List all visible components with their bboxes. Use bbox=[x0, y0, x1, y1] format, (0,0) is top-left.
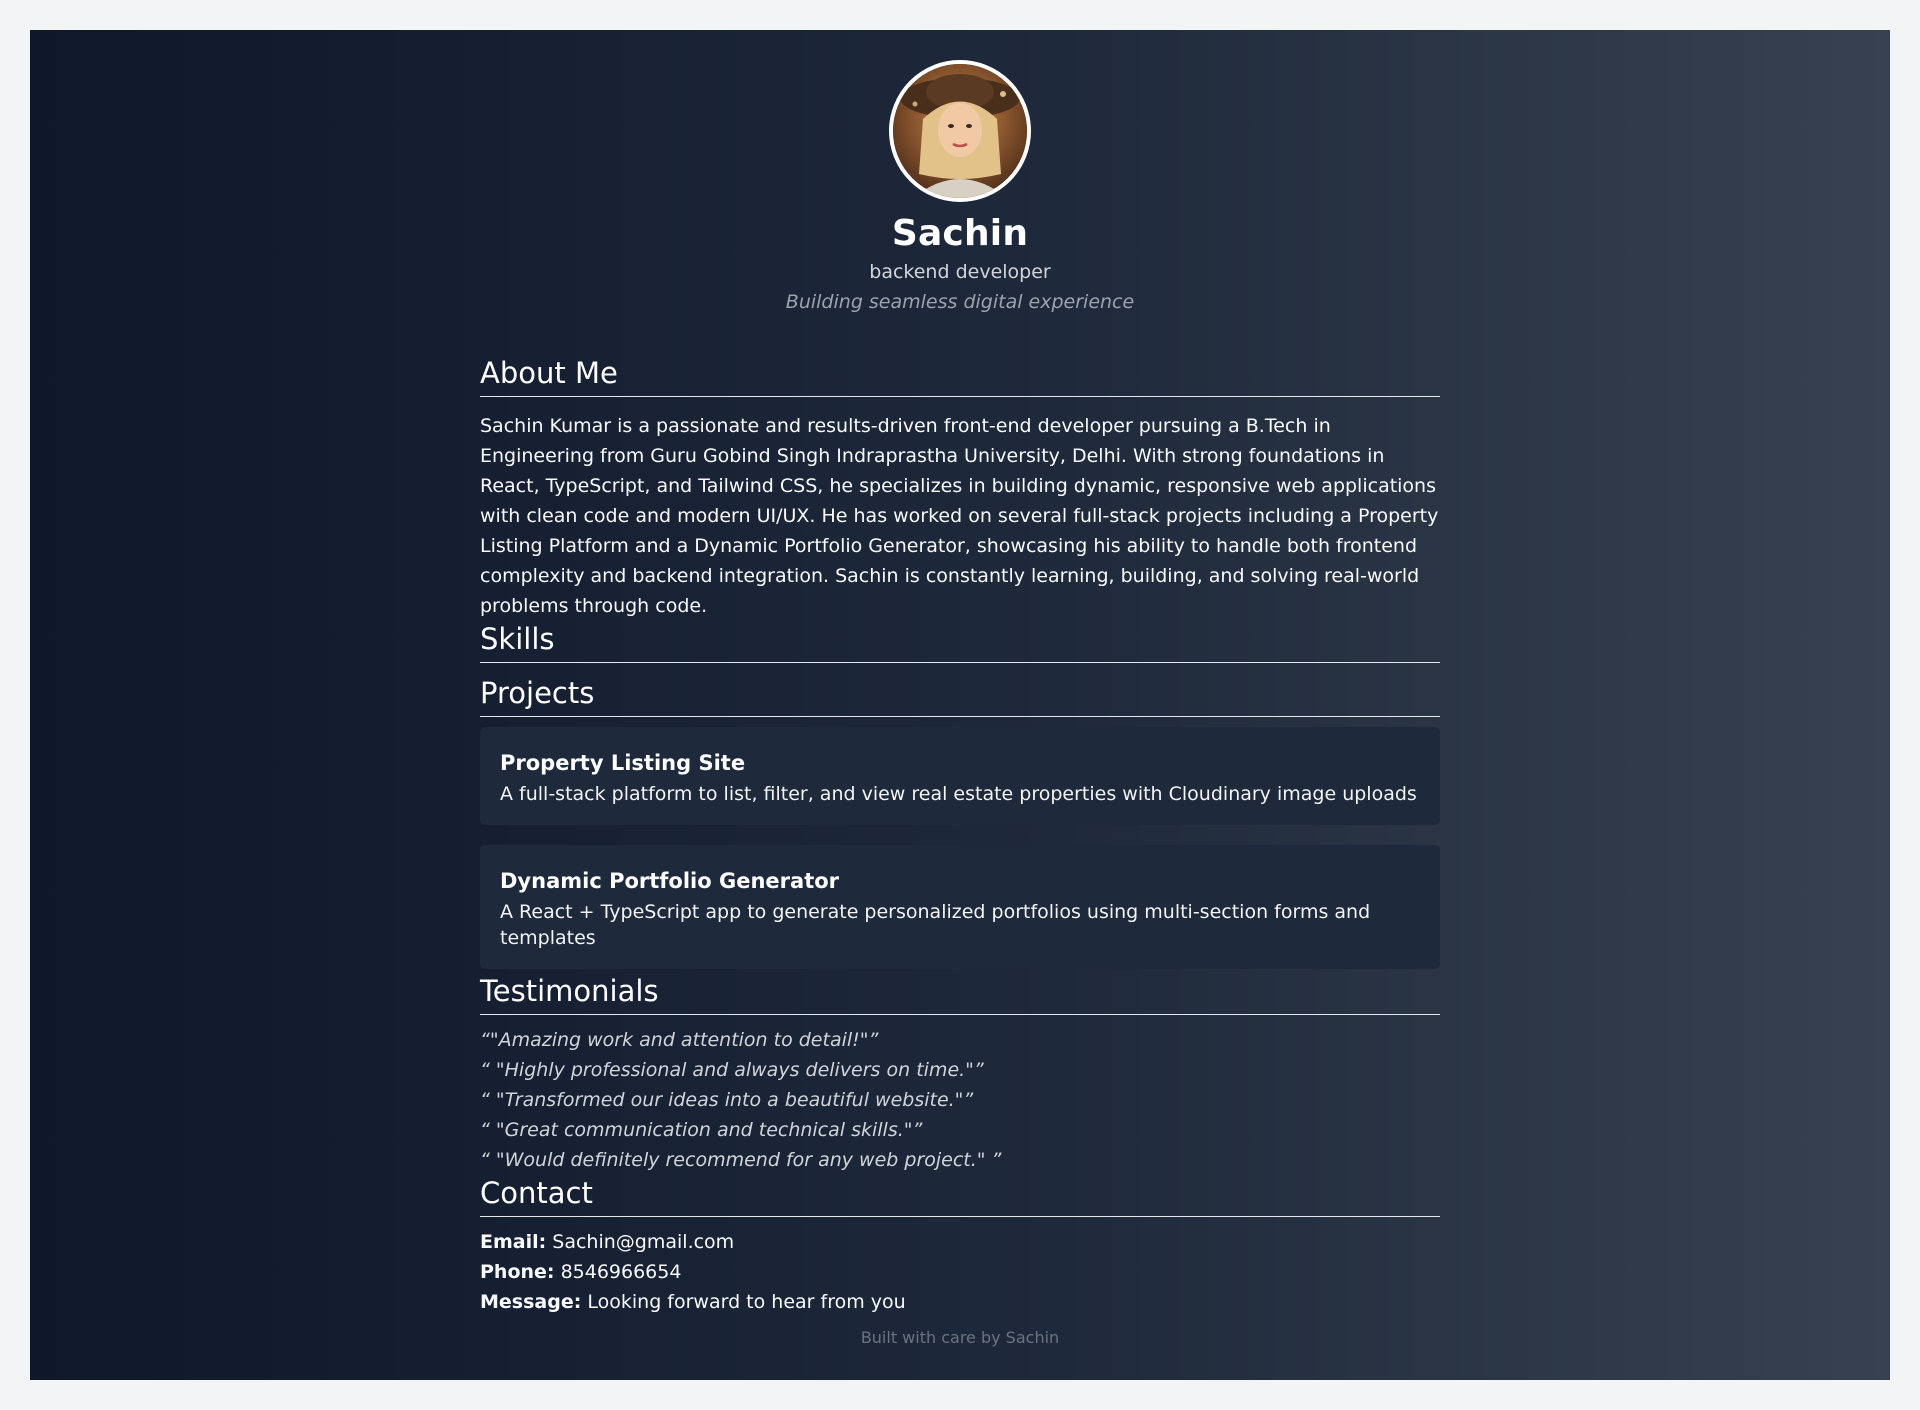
profile-tagline: Building seamless digital experience bbox=[785, 291, 1135, 313]
contact-section: Contact Email: Sachin@gmail.com Phone: 8… bbox=[480, 1175, 1440, 1317]
project-description: A React + TypeScript app to generate per… bbox=[500, 901, 1371, 949]
footer-text: Built with care by Sachin bbox=[860, 1328, 1060, 1347]
project-card[interactable]: Property Listing Site A full-stack platf… bbox=[480, 727, 1440, 825]
projects-section: Projects Property Listing Site A full-st… bbox=[480, 675, 1440, 969]
message-label: Message: bbox=[480, 1291, 582, 1313]
phone-label: Phone: bbox=[480, 1261, 555, 1283]
testimonial-list: “"Amazing work and attention to detail!"… bbox=[480, 1025, 1440, 1175]
phone-value[interactable]: 8546966654 bbox=[561, 1261, 682, 1283]
profile-role: backend developer bbox=[869, 261, 1051, 283]
testimonial-item: “ "Transformed our ideas into a beautifu… bbox=[480, 1089, 974, 1111]
message-value: Looking forward to hear from you bbox=[587, 1291, 906, 1313]
testimonial-item: “"Amazing work and attention to detail!"… bbox=[480, 1029, 879, 1051]
contact-details: Email: Sachin@gmail.com Phone: 854696665… bbox=[480, 1227, 1440, 1317]
avatar-image bbox=[893, 64, 1027, 198]
about-title: About Me bbox=[480, 355, 1440, 397]
about-text: Sachin Kumar is a passionate and results… bbox=[480, 415, 1439, 617]
testimonial-item: “ "Great communication and technical ski… bbox=[480, 1119, 923, 1141]
profile-header: Sachin backend developer Building seamle… bbox=[30, 60, 1890, 314]
testimonials-title: Testimonials bbox=[480, 973, 1440, 1015]
avatar bbox=[889, 60, 1031, 202]
contact-title: Contact bbox=[480, 1175, 1440, 1217]
project-title: Property Listing Site bbox=[500, 751, 746, 775]
contact-phone-row: Phone: 8546966654 bbox=[480, 1257, 1440, 1287]
project-description: A full-stack platform to list, filter, a… bbox=[500, 783, 1417, 805]
contact-email-row: Email: Sachin@gmail.com bbox=[480, 1227, 1440, 1257]
main-content: About Me Sachin Kumar is a passionate an… bbox=[480, 355, 1440, 1317]
skills-title: Skills bbox=[480, 621, 1440, 663]
project-card[interactable]: Dynamic Portfolio Generator A React + Ty… bbox=[480, 845, 1440, 969]
profile-name: Sachin bbox=[891, 213, 1029, 254]
contact-message-row: Message: Looking forward to hear from yo… bbox=[480, 1287, 1440, 1317]
projects-title: Projects bbox=[480, 675, 1440, 717]
email-value[interactable]: Sachin@gmail.com bbox=[552, 1231, 734, 1253]
skills-section: Skills bbox=[480, 621, 1440, 663]
project-title: Dynamic Portfolio Generator bbox=[500, 869, 840, 893]
testimonial-item: “ "Highly professional and always delive… bbox=[480, 1059, 984, 1081]
testimonials-section: Testimonials “"Amazing work and attentio… bbox=[480, 973, 1440, 1175]
email-label: Email: bbox=[480, 1231, 547, 1253]
project-list: Property Listing Site A full-stack platf… bbox=[480, 727, 1440, 969]
about-section: About Me Sachin Kumar is a passionate an… bbox=[480, 355, 1440, 621]
portfolio-page: Sachin backend developer Building seamle… bbox=[30, 30, 1890, 1380]
testimonial-item: “ "Would definitely recommend for any we… bbox=[480, 1149, 1002, 1171]
